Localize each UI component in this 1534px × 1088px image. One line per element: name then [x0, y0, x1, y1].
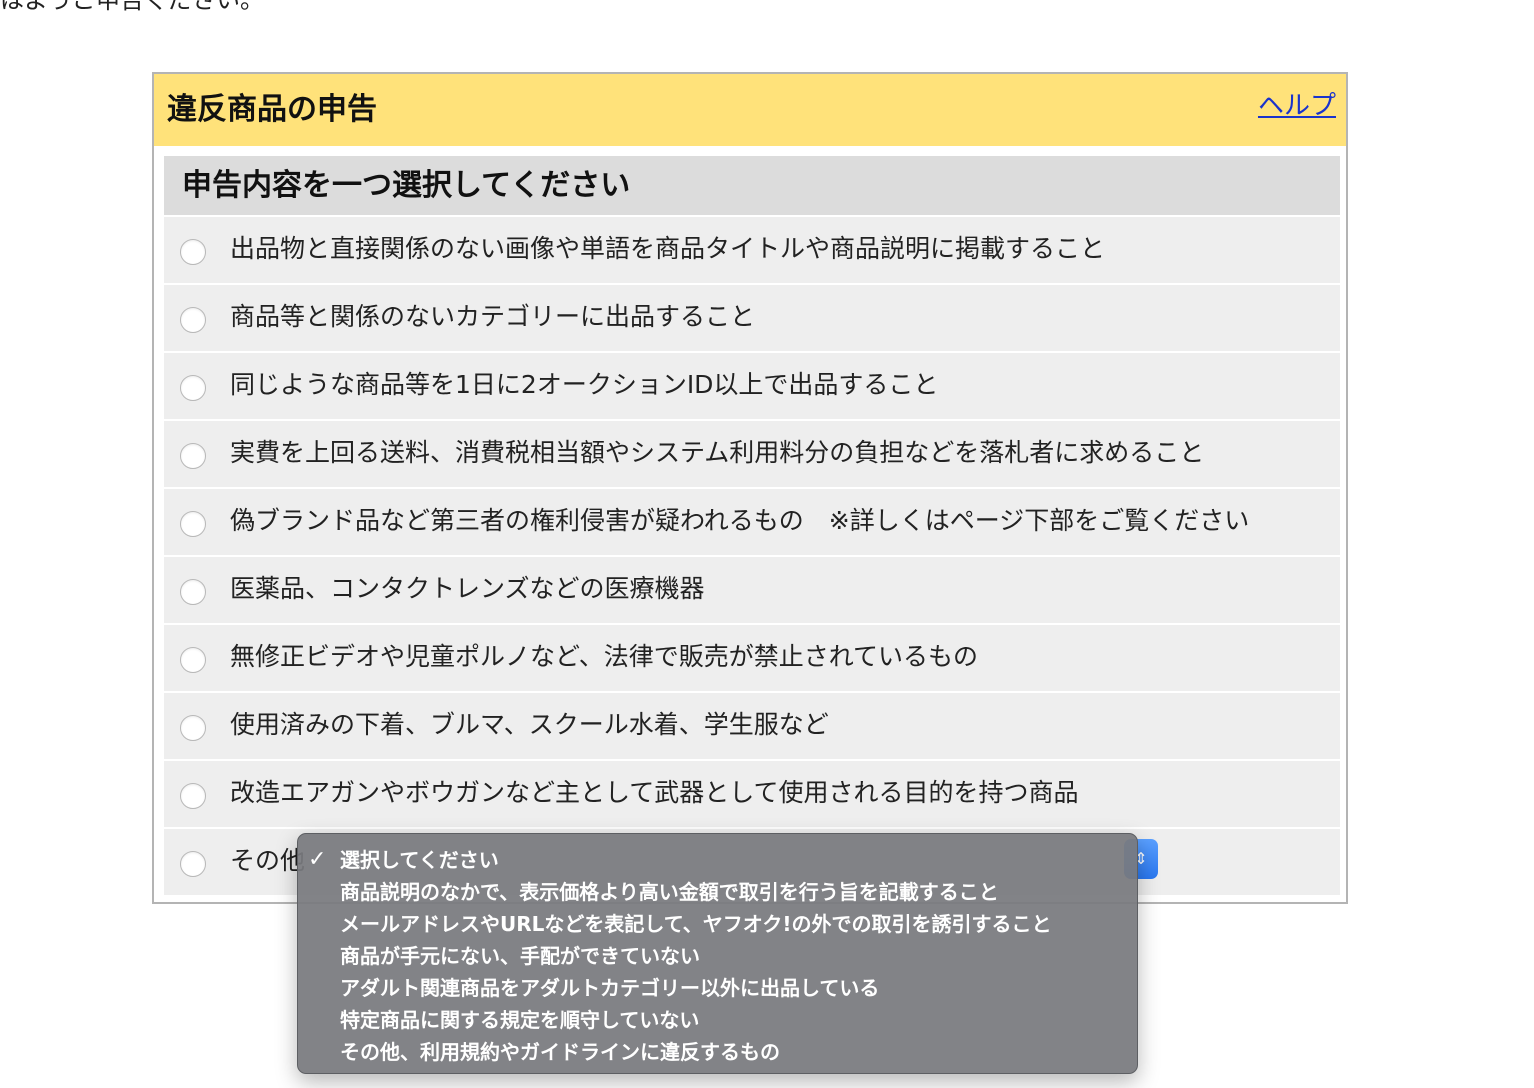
checkmark-icon: ✓ [308, 847, 327, 872]
section-heading: 申告内容を一つ選択してください [164, 156, 1340, 215]
option-row[interactable]: 使用済みの下着、ブルマ、スクール水着、学生服など [164, 693, 1340, 759]
instruction-text: はようご申告ください。 [0, 0, 264, 14]
option-label: 商品等と関係のないカテゴリーに出品すること [230, 302, 756, 331]
radio-button[interactable] [180, 579, 206, 605]
dropdown-option[interactable]: 商品が手元にない、手配ができていない [298, 940, 1137, 972]
radio-button[interactable] [180, 443, 206, 469]
option-label: 医薬品、コンタクトレンズなどの医療機器 [230, 574, 705, 603]
dropdown-option[interactable]: アダルト関連商品をアダルトカテゴリー以外に出品している [298, 972, 1137, 1004]
option-label: 偽ブランド品など第三者の権利侵害が疑われるもの ※詳しくはページ下部をご覧くださ… [230, 506, 1250, 535]
dropdown-option[interactable]: 商品説明のなかで、表示価格より高い金額で取引を行う旨を記載すること [298, 876, 1137, 908]
radio-button[interactable] [180, 375, 206, 401]
option-row[interactable]: 無修正ビデオや児童ポルノなど、法律で販売が禁止されているもの [164, 625, 1340, 691]
option-row[interactable]: 偽ブランド品など第三者の権利侵害が疑われるもの ※詳しくはページ下部をご覧くださ… [164, 489, 1340, 555]
radio-button[interactable] [180, 511, 206, 537]
radio-button[interactable] [180, 307, 206, 333]
dropdown-option[interactable]: その他、利用規約やガイドラインに違反するもの [298, 1036, 1137, 1068]
panel-title: 違反商品の申告 [167, 92, 377, 127]
dropdown-option-label: 選択してください [340, 848, 499, 872]
dropdown-option-label: 商品説明のなかで、表示価格より高い金額で取引を行う旨を記載すること [340, 880, 999, 904]
option-label: 出品物と直接関係のない画像や単語を商品タイトルや商品説明に掲載すること [230, 234, 1106, 263]
radio-button[interactable] [180, 715, 206, 741]
option-label: 実費を上回る送料、消費税相当額やシステム利用料分の負担などを落札者に求めること [230, 438, 1205, 467]
option-row[interactable]: 商品等と関係のないカテゴリーに出品すること [164, 285, 1340, 351]
option-label: その他 [230, 846, 306, 875]
dropdown-option[interactable]: メールアドレスやURLなどを表記して、ヤフオク!の外での取引を誘引すること [298, 908, 1137, 940]
option-label: 同じような商品等を1日に2オークションID以上で出品すること [230, 370, 939, 399]
radio-button[interactable] [180, 647, 206, 673]
option-label: 使用済みの下着、ブルマ、スクール水着、学生服など [230, 710, 829, 739]
report-panel: 違反商品の申告 ヘルプ 申告内容を一つ選択してください 出品物と直接関係のない画… [152, 72, 1348, 904]
radio-button[interactable] [180, 851, 206, 877]
dropdown-option-label: その他、利用規約やガイドラインに違反するもの [340, 1040, 780, 1064]
option-row[interactable]: 医薬品、コンタクトレンズなどの医療機器 [164, 557, 1340, 623]
help-link[interactable]: ヘルプ [1258, 90, 1336, 122]
option-row[interactable]: 実費を上回る送料、消費税相当額やシステム利用料分の負担などを落札者に求めること [164, 421, 1340, 487]
option-row[interactable]: 同じような商品等を1日に2オークションID以上で出品すること [164, 353, 1340, 419]
dropdown-option-label: メールアドレスやURLなどを表記して、ヤフオク!の外での取引を誘引すること [340, 912, 1052, 936]
dropdown-option-label: アダルト関連商品をアダルトカテゴリー以外に出品している [340, 976, 880, 1000]
radio-button[interactable] [180, 239, 206, 265]
other-reason-dropdown[interactable]: ✓ 選択してください 商品説明のなかで、表示価格より高い金額で取引を行う旨を記載… [297, 833, 1138, 1074]
panel-header: 違反商品の申告 ヘルプ [154, 74, 1346, 146]
dropdown-option[interactable]: ✓ 選択してください [298, 844, 1137, 876]
report-options: 申告内容を一つ選択してください 出品物と直接関係のない画像や単語を商品タイトルや… [164, 156, 1340, 897]
dropdown-option[interactable]: 特定商品に関する規定を順守していない [298, 1004, 1137, 1036]
dropdown-option-label: 特定商品に関する規定を順守していない [340, 1008, 700, 1032]
option-row[interactable]: 改造エアガンやボウガンなど主として武器として使用される目的を持つ商品 [164, 761, 1340, 827]
option-row[interactable]: 出品物と直接関係のない画像や単語を商品タイトルや商品説明に掲載すること [164, 217, 1340, 283]
dropdown-option-label: 商品が手元にない、手配ができていない [340, 944, 700, 968]
option-label: 無修正ビデオや児童ポルノなど、法律で販売が禁止されているもの [230, 642, 979, 671]
radio-button[interactable] [180, 783, 206, 809]
option-label: 改造エアガンやボウガンなど主として武器として使用される目的を持つ商品 [230, 778, 1079, 807]
